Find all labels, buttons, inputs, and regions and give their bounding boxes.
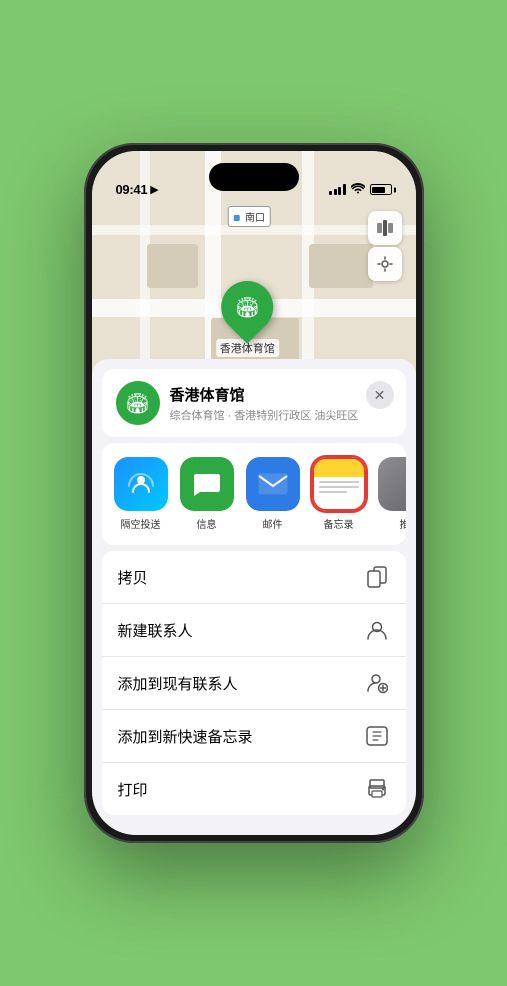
venue-logo: 🏟 bbox=[116, 381, 160, 425]
status-icons bbox=[329, 182, 392, 197]
action-copy[interactable]: 拷贝 bbox=[102, 551, 406, 604]
venue-pin-icon: 🏟 bbox=[234, 295, 259, 320]
battery-icon bbox=[370, 184, 392, 195]
add-notes-icon bbox=[364, 723, 390, 749]
notes-icon-wrap bbox=[312, 457, 366, 511]
print-icon bbox=[364, 776, 390, 802]
bottom-sheet: 🏟 香港体育馆 综合体育馆 · 香港特别行政区 油尖旺区 ✕ bbox=[92, 359, 416, 835]
share-item-mail[interactable]: 邮件 bbox=[244, 457, 302, 531]
add-existing-icon bbox=[364, 670, 390, 696]
action-print[interactable]: 打印 bbox=[102, 763, 406, 815]
action-new-contact[interactable]: 新建联系人 bbox=[102, 604, 406, 657]
add-existing-label: 添加到现有联系人 bbox=[118, 673, 238, 694]
share-item-airdrop[interactable]: 隔空投送 bbox=[112, 457, 170, 531]
venue-card: 🏟 香港体育馆 综合体育馆 · 香港特别行政区 油尖旺区 ✕ bbox=[102, 369, 406, 437]
print-label: 打印 bbox=[118, 779, 148, 800]
copy-icon bbox=[364, 564, 390, 590]
share-item-more[interactable]: 推 bbox=[376, 457, 406, 531]
signal-icon bbox=[329, 184, 346, 195]
dynamic-island bbox=[209, 163, 299, 191]
notes-label: 备忘录 bbox=[324, 516, 354, 531]
share-item-messages[interactable]: 信息 bbox=[178, 457, 236, 531]
phone-screen: 09:41 ▶ bbox=[92, 151, 416, 835]
venue-logo-icon: 🏟 bbox=[125, 391, 150, 416]
venue-subtitle: 综合体育馆 · 香港特别行政区 油尖旺区 bbox=[170, 407, 392, 423]
airdrop-label: 隔空投送 bbox=[121, 516, 161, 531]
copy-label: 拷贝 bbox=[118, 567, 148, 588]
phone-frame: 09:41 ▶ bbox=[84, 143, 424, 843]
action-add-notes[interactable]: 添加到新快速备忘录 bbox=[102, 710, 406, 763]
south-entrance-label: 南口 bbox=[227, 206, 271, 227]
wifi-icon bbox=[351, 182, 365, 197]
new-contact-label: 新建联系人 bbox=[118, 620, 193, 641]
mail-label: 邮件 bbox=[263, 516, 283, 531]
status-time: 09:41 bbox=[116, 182, 148, 197]
map-controls bbox=[368, 211, 402, 281]
map-type-button[interactable] bbox=[368, 211, 402, 245]
action-list: 拷贝 新建联系人 bbox=[102, 551, 406, 815]
messages-label: 信息 bbox=[197, 516, 217, 531]
airdrop-icon-wrap bbox=[114, 457, 168, 511]
action-add-existing[interactable]: 添加到现有联系人 bbox=[102, 657, 406, 710]
share-row: 隔空投送 信息 bbox=[102, 443, 406, 545]
mail-icon-wrap bbox=[246, 457, 300, 511]
venue-name: 香港体育馆 bbox=[170, 384, 392, 405]
close-icon: ✕ bbox=[374, 387, 386, 404]
location-icon: ▶ bbox=[150, 183, 158, 196]
venue-pin[interactable]: 🏟 香港体育馆 bbox=[216, 281, 279, 357]
location-button[interactable] bbox=[368, 247, 402, 281]
add-notes-label: 添加到新快速备忘录 bbox=[118, 726, 253, 747]
messages-icon-wrap bbox=[180, 457, 234, 511]
close-button[interactable]: ✕ bbox=[366, 381, 394, 409]
share-item-notes[interactable]: 备忘录 bbox=[310, 457, 368, 531]
venue-info: 香港体育馆 综合体育馆 · 香港特别行政区 油尖旺区 bbox=[170, 384, 392, 423]
more-icon-wrap bbox=[378, 457, 406, 511]
new-contact-icon bbox=[364, 617, 390, 643]
more-label: 推 bbox=[400, 516, 406, 531]
